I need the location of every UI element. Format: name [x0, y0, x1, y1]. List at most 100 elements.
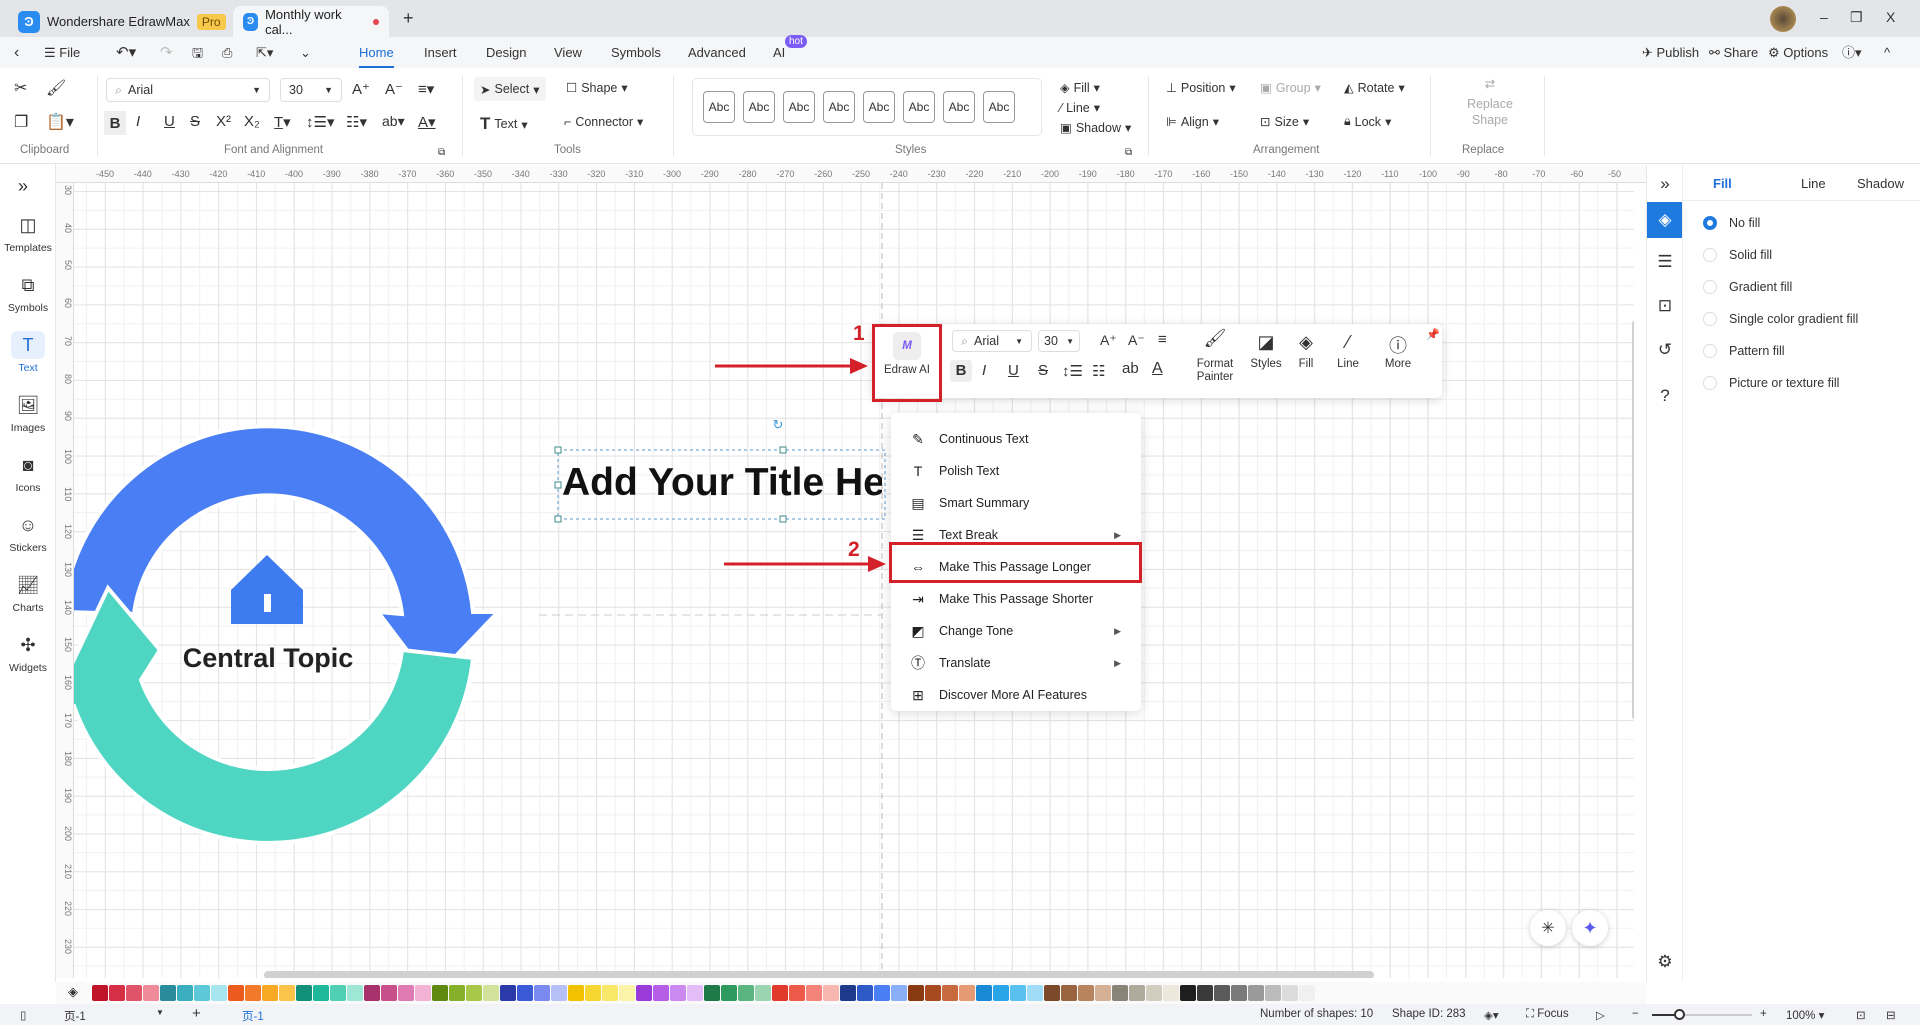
color-swatch[interactable] [500, 985, 516, 1001]
document-tab[interactable]: Ͽ Monthly work cal... [233, 6, 389, 37]
color-swatch[interactable] [925, 985, 941, 1001]
color-swatch[interactable] [1163, 985, 1179, 1001]
sidebar-item-images[interactable]: 🖼︎ Images [0, 391, 56, 434]
ai-menu-item[interactable]: ⊞ Discover More AI Features [891, 679, 1141, 711]
tab-ai[interactable]: AI hot [773, 35, 807, 68]
font-color-icon[interactable]: A▾ [418, 113, 436, 131]
redo-icon[interactable]: ↷ [160, 37, 173, 68]
drawing-canvas[interactable]: ↻ Add Your Title He Central Topic ✳ ✦ [74, 183, 1634, 978]
restore-button[interactable]: ❐ [1850, 9, 1863, 26]
color-swatch[interactable] [891, 985, 907, 1001]
style-preset[interactable]: Abc [983, 91, 1015, 123]
page-select[interactable]: 页-1 ▼ [64, 1008, 164, 1024]
options-button[interactable]: ⚙ Options [1768, 37, 1828, 68]
sidebar-item-widgets[interactable]: ✣ Widgets [0, 631, 56, 674]
ai-menu-item[interactable]: T Polish Text [891, 455, 1141, 487]
zoom-slider-handle[interactable] [1674, 1009, 1685, 1020]
file-menu[interactable]: ☰ File [44, 37, 80, 68]
sidebar-item-symbols[interactable]: ⧉ Symbols [0, 271, 56, 314]
sidebar-item-charts[interactable]: 📈︎ Charts [0, 571, 56, 614]
sidebar-item-templates[interactable]: ◫ Templates [0, 211, 56, 254]
underline-button[interactable]: U [1008, 362, 1019, 379]
page-view-icon[interactable]: ▯ [20, 1008, 26, 1022]
color-swatch[interactable] [653, 985, 669, 1001]
shadow-button[interactable]: ▣ Shadow ▾ [1060, 120, 1131, 136]
color-swatch[interactable] [908, 985, 924, 1001]
zoom-in-button[interactable]: + [1760, 1008, 1767, 1020]
back-icon[interactable]: ‹ [14, 37, 19, 68]
tab-home[interactable]: Home [359, 37, 394, 68]
fullscreen-icon[interactable]: ⊟ [1886, 1008, 1896, 1022]
subscript-button[interactable]: X₂ [244, 113, 260, 130]
color-swatch[interactable] [143, 985, 159, 1001]
expand-styles-icon[interactable]: ⧉ [1125, 147, 1132, 158]
underline-button[interactable]: U [164, 113, 175, 130]
text-case-icon[interactable]: ab [1122, 360, 1139, 377]
color-swatch[interactable] [721, 985, 737, 1001]
shape-tool[interactable]: ☐ Shape ▾ [566, 80, 628, 96]
color-swatch[interactable] [1197, 985, 1213, 1001]
format-painter-icon[interactable]: 🖌 [46, 78, 66, 98]
cut-icon[interactable]: ✂ [14, 78, 27, 98]
color-swatch[interactable] [993, 985, 1009, 1001]
style-preset[interactable]: Abc [703, 91, 735, 123]
tab-fill[interactable]: Fill [1713, 176, 1732, 191]
publish-button[interactable]: ✈ Publish [1642, 37, 1699, 68]
ai-menu-item[interactable]: Ⓣ Translate ▶ [891, 647, 1141, 679]
help-icon[interactable]: ⓘ▾ [1842, 37, 1862, 68]
ai-assistant-icon[interactable]: ✦ [1572, 910, 1608, 946]
radio-button[interactable] [1703, 248, 1717, 262]
fill-option[interactable]: Pattern fill [1703, 344, 1785, 358]
ai-menu-item[interactable]: ▤ Smart Summary [891, 487, 1141, 519]
line-spacing-icon[interactable]: ↕☰▾ [306, 113, 334, 131]
color-swatch[interactable] [398, 985, 414, 1001]
color-swatch[interactable] [687, 985, 703, 1001]
color-swatch[interactable] [517, 985, 533, 1001]
color-swatch[interactable] [262, 985, 278, 1001]
align-icon[interactable]: ≡▾ [418, 80, 434, 98]
tab-view[interactable]: View [554, 37, 582, 68]
zoom-slider[interactable] [1652, 1009, 1752, 1020]
color-swatch[interactable] [177, 985, 193, 1001]
style-preset[interactable]: Abc [783, 91, 815, 123]
print-icon[interactable]: ⎙ [222, 37, 232, 68]
tab-design[interactable]: Design [486, 37, 526, 68]
position-button[interactable]: ⊥ Position ▾ [1166, 80, 1236, 96]
color-swatch[interactable] [126, 985, 142, 1001]
minimize-button[interactable]: – [1820, 9, 1828, 25]
increase-font-icon[interactable]: A⁺ [352, 80, 370, 98]
expand-font-dialog-icon[interactable]: ⧉ [438, 147, 445, 158]
italic-button[interactable]: I [982, 362, 986, 379]
format-painter-button[interactable]: 🖌 Format Painter [1190, 329, 1240, 384]
export-icon[interactable]: ⇱▾ [256, 37, 273, 68]
color-swatch[interactable] [1282, 985, 1298, 1001]
color-swatch[interactable] [1061, 985, 1077, 1001]
add-page-button[interactable]: + [192, 1005, 201, 1022]
font-family-select[interactable]: ⌕ Arial ▼ [952, 330, 1032, 352]
text-case-icon[interactable]: ab▾ [382, 113, 405, 130]
style-preset[interactable]: Abc [903, 91, 935, 123]
color-swatch[interactable] [840, 985, 856, 1001]
styles-button[interactable]: ◪ Styles [1246, 332, 1286, 370]
settings-icon[interactable]: ⚙ [1647, 944, 1683, 980]
fit-page-icon[interactable]: ⊡ [1856, 1008, 1866, 1022]
radio-button[interactable] [1703, 312, 1717, 326]
user-avatar[interactable] [1770, 6, 1796, 32]
radio-button[interactable] [1703, 280, 1717, 294]
horizontal-scrollbar[interactable] [264, 971, 1374, 978]
fill-button[interactable]: ◈ Fill ▾ [1060, 80, 1100, 96]
zoom-level[interactable]: 100% ▾ [1786, 1008, 1824, 1022]
customize-icon[interactable]: ⌄ [300, 37, 311, 68]
lock-button[interactable]: 🔒︎ Lock ▾ [1344, 114, 1391, 129]
color-swatch[interactable] [959, 985, 975, 1001]
color-swatch[interactable] [976, 985, 992, 1001]
line-spacing-icon[interactable]: ↕☰ [1062, 362, 1083, 380]
strikethrough-button[interactable]: S [190, 113, 200, 130]
sidebar-item-text[interactable]: T Text [0, 331, 56, 374]
color-swatch[interactable] [364, 985, 380, 1001]
fill-button[interactable]: ◈ Fill [1290, 332, 1322, 370]
color-swatch[interactable] [619, 985, 635, 1001]
bold-button[interactable]: B [950, 360, 972, 382]
sidebar-item-icons[interactable]: ◙ Icons [0, 451, 56, 494]
color-swatch[interactable] [755, 985, 771, 1001]
